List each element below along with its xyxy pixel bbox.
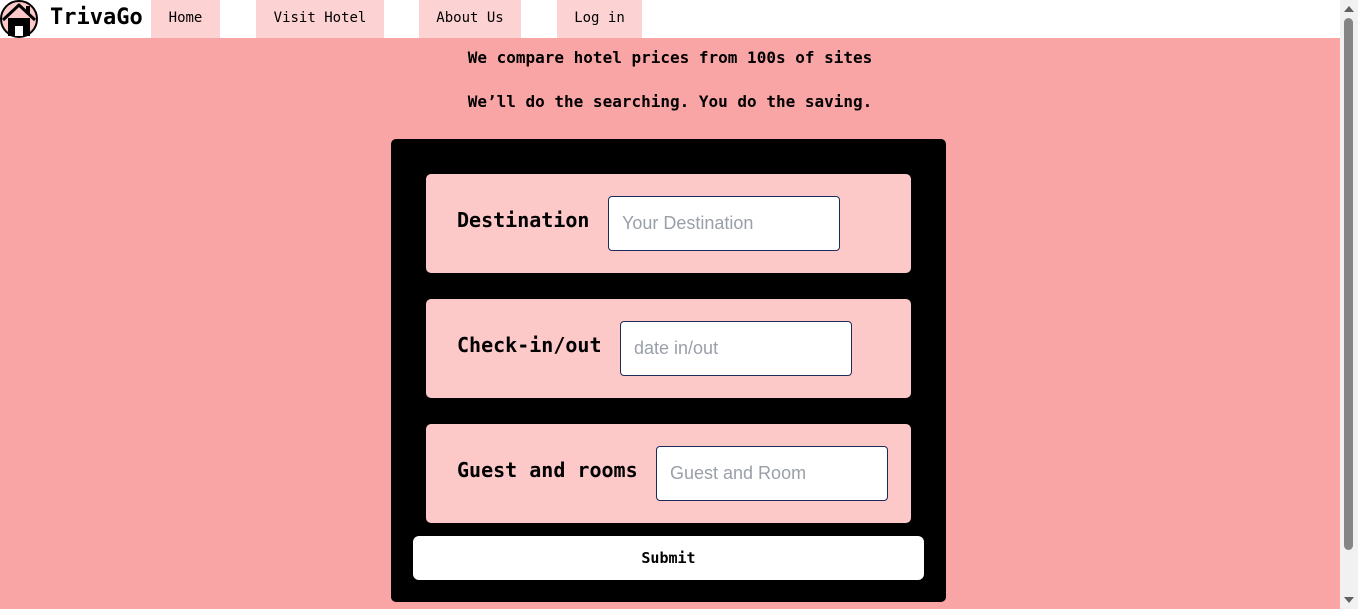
submit-button[interactable]: Submit [413, 536, 924, 580]
house-icon[interactable] [0, 0, 38, 38]
scroll-down-icon[interactable] [1344, 597, 1354, 603]
nav-home[interactable]: Home [151, 0, 220, 38]
destination-card: Destination [426, 174, 911, 273]
guests-card: Guest and rooms [426, 424, 911, 523]
nav-log-in[interactable]: Log in [557, 0, 642, 38]
brand-name: TrivaGo [50, 5, 143, 30]
search-form: Destination Check-in/out Guest and rooms… [391, 139, 946, 602]
nav-visit-hotel[interactable]: Visit Hotel [256, 0, 384, 38]
checkin-input[interactable] [620, 321, 852, 376]
scroll-up-icon[interactable] [1344, 6, 1354, 12]
hero-line-1: We compare hotel prices from 100s of sit… [467, 48, 873, 67]
destination-input[interactable] [608, 196, 840, 251]
guests-input[interactable] [656, 446, 888, 501]
hero-line-2: We’ll do the searching. You do the savin… [467, 92, 873, 111]
checkin-label: Check-in/out [457, 333, 602, 357]
scroll-thumb[interactable] [1344, 18, 1353, 550]
nav-about-us[interactable]: About Us [419, 0, 521, 38]
vertical-scrollbar[interactable] [1340, 0, 1358, 609]
top-navbar: TrivaGo Home Visit Hotel About Us Log in [0, 0, 1340, 38]
checkin-card: Check-in/out [426, 299, 911, 398]
destination-label: Destination [457, 208, 590, 232]
guests-label: Guest and rooms [457, 458, 638, 482]
page: TrivaGo Home Visit Hotel About Us Log in… [0, 0, 1358, 609]
